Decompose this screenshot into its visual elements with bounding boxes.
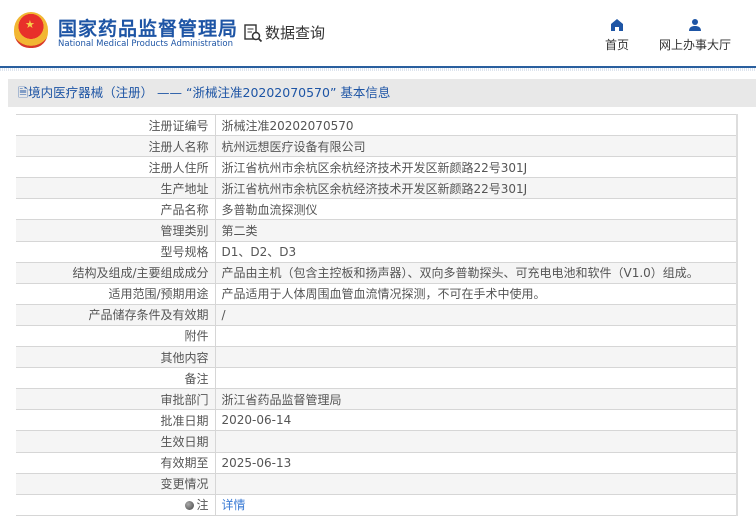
field-value: 产品由主机（包含主控板和扬声器）、双向多普勒探头、可充电电池和软件（V1.0）组…	[215, 261, 737, 284]
field-value: 浙江省杭州市余杭区余杭经济技术开发区新颜路22号301J	[215, 177, 737, 200]
field-value: 浙械注准20202070570	[215, 113, 737, 137]
field-label: 生产地址	[16, 177, 216, 200]
field-value: 多普勒血流探测仪	[215, 198, 737, 221]
table-row: 生产地址 浙江省杭州市余杭区余杭经济技术开发区新颜路22号301J	[16, 177, 737, 200]
table-row: 注册人名称 杭州远想医疗设备有限公司	[16, 135, 737, 158]
field-label: 结构及组成/主要组成成分	[16, 261, 216, 284]
field-label: 产品名称	[16, 198, 216, 221]
page-title: 🗎境内医疗器械（注册） —— “浙械注准20202070570” 基本信息	[8, 79, 756, 107]
table-row: 其他内容	[16, 346, 737, 369]
table-row: 有效期至 2025-06-13	[16, 451, 737, 474]
field-label: 附件	[16, 324, 216, 348]
field-label: 生效日期	[16, 430, 216, 453]
field-label: 注册证编号	[16, 113, 216, 137]
table-row: 附件	[16, 324, 737, 348]
table-row: 适用范围/预期用途 产品适用于人体周围血管血流情况探测，不可在手术中使用。	[16, 282, 737, 305]
field-value: D1、D2、D3	[215, 240, 737, 263]
nav-online-hall[interactable]: 网上办事大厅	[659, 18, 731, 53]
field-label: 注册人名称	[16, 135, 216, 158]
field-value: 产品适用于人体周围血管血流情况探测，不可在手术中使用。	[215, 282, 737, 305]
field-label: 有效期至	[16, 451, 216, 474]
field-value: 浙江省杭州市余杭区余杭经济技术开发区新颜路22号301J	[215, 156, 737, 179]
national-emblem-logo	[14, 12, 48, 48]
nav-home-label: 首页	[605, 38, 630, 52]
site-header: 国家药品监督管理局 National Medical Products Admi…	[0, 0, 756, 71]
field-label: 审批部门	[16, 388, 216, 411]
table-row: 结构及组成/主要组成成分 产品由主机（包含主控板和扬声器）、双向多普勒探头、可充电…	[16, 261, 737, 284]
table-row: 生效日期	[16, 430, 737, 453]
data-query-label: 数据查询	[265, 24, 326, 42]
field-label: 注	[16, 493, 216, 516]
table-row: 型号规格 D1、D2、D3	[16, 240, 737, 263]
table-row: 注详情	[16, 493, 737, 516]
nav-home[interactable]: 首页	[605, 18, 629, 53]
field-value: 第二类	[215, 219, 737, 242]
field-value	[215, 324, 737, 348]
document-icon: 🗎	[18, 85, 29, 100]
table-row: 审批部门 浙江省药品监督管理局	[16, 388, 737, 411]
field-value	[215, 472, 737, 495]
field-label: 变更情况	[16, 472, 216, 495]
field-value	[215, 367, 737, 390]
field-value	[215, 346, 737, 369]
brand-name: 国家药品监督管理局	[58, 18, 239, 40]
field-label: 型号规格	[16, 240, 216, 263]
table-row: 批准日期 2020-06-14	[16, 409, 737, 432]
brand-name-en: National Medical Products Administration	[58, 39, 233, 49]
document-search-icon	[244, 23, 263, 42]
field-label: 批准日期	[16, 409, 216, 432]
table-row: 产品储存条件及有效期 /	[16, 303, 737, 326]
table-row: 变更情况	[16, 472, 737, 495]
table-row: 备注	[16, 367, 737, 390]
field-value: 杭州远想医疗设备有限公司	[215, 135, 737, 158]
table-row: 管理类别 第二类	[16, 219, 737, 242]
user-icon	[689, 19, 701, 31]
detail-table: 注册证编号 浙械注准20202070570 注册人名称 杭州远想医疗设备有限公司 注册人…	[16, 113, 738, 516]
field-value: 2025-06-13	[215, 451, 737, 474]
table-row: 注册证编号 浙械注准20202070570	[16, 113, 737, 137]
field-label: 注册人住所	[16, 156, 216, 179]
field-value: /	[215, 303, 737, 326]
table-row: 注册人住所 浙江省杭州市余杭区余杭经济技术开发区新颜路22号301J	[16, 156, 737, 179]
bulb-icon	[185, 501, 195, 511]
field-label: 管理类别	[16, 219, 216, 242]
field-value: 浙江省药品监督管理局	[215, 388, 737, 411]
field-value	[215, 430, 737, 453]
field-label: 产品储存条件及有效期	[16, 303, 216, 326]
table-row: 产品名称 多普勒血流探测仪	[16, 198, 737, 221]
field-label: 备注	[16, 367, 216, 390]
details-link[interactable]: 详情	[222, 498, 246, 512]
field-label: 其他内容	[16, 346, 216, 369]
field-label: 适用范围/预期用途	[16, 282, 216, 305]
home-icon	[611, 19, 623, 31]
nav-online-hall-label: 网上办事大厅	[659, 38, 732, 52]
field-value: 2020-06-14	[215, 409, 737, 432]
data-query-section[interactable]: 数据查询	[243, 22, 325, 43]
